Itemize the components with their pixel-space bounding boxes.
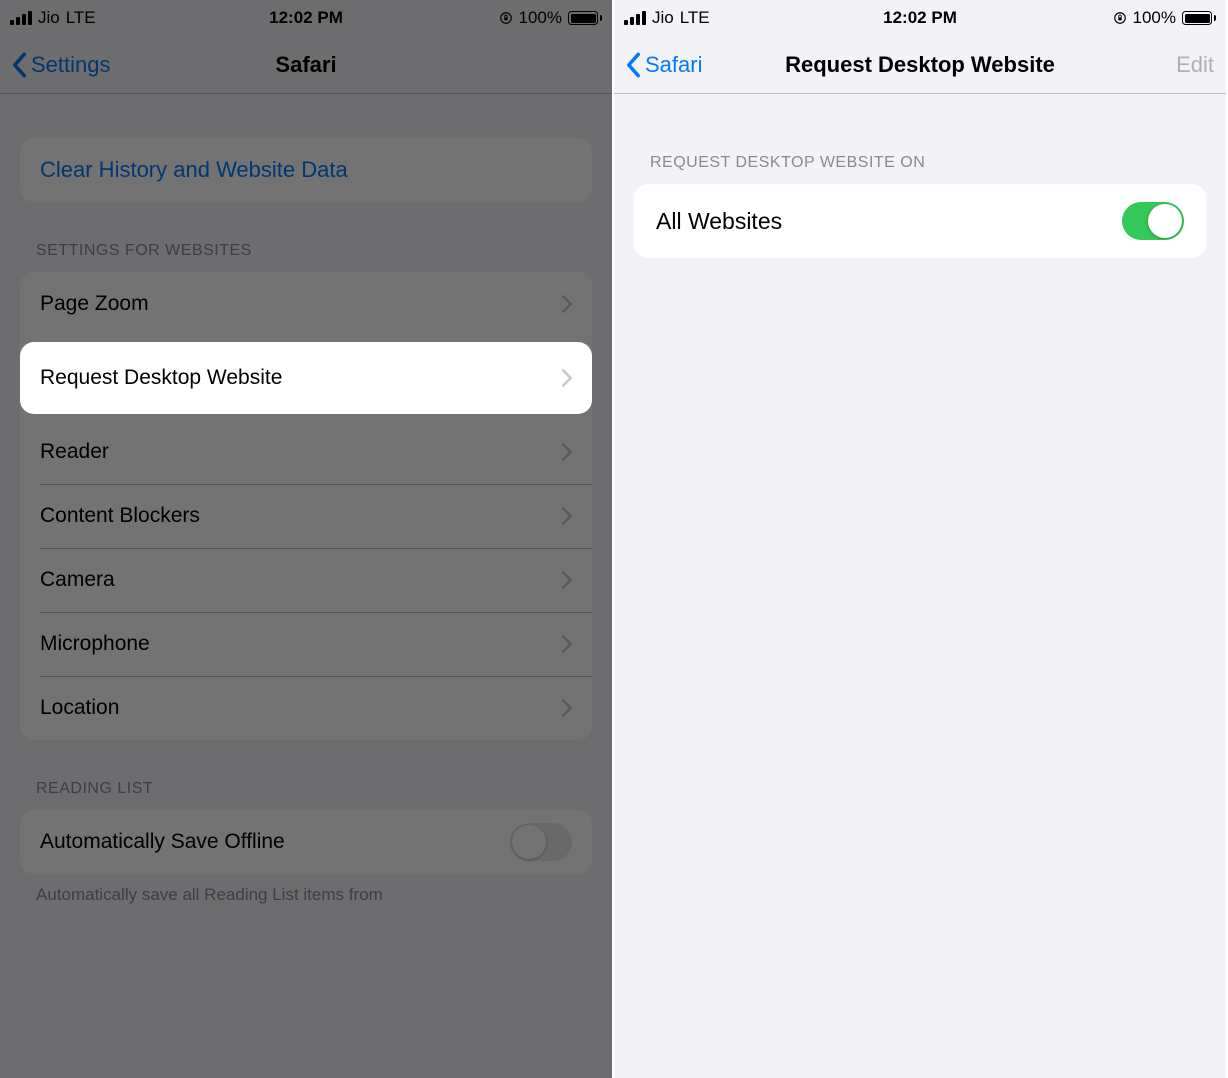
network-label: LTE: [680, 8, 710, 28]
content-blockers-label: Content Blockers: [40, 504, 562, 528]
back-label: Safari: [645, 52, 702, 78]
auto-save-footer: Automatically save all Reading List item…: [0, 874, 612, 916]
chevron-left-icon: [626, 52, 641, 78]
nav-bar: Safari Request Desktop Website Edit: [614, 36, 1226, 94]
clear-history-button[interactable]: Clear History and Website Data: [20, 138, 592, 202]
status-right: 100%: [1113, 8, 1216, 28]
back-button[interactable]: Safari: [626, 52, 702, 78]
time-label: 12:02 PM: [883, 8, 957, 28]
clear-history-group: Clear History and Website Data: [20, 138, 592, 202]
all-websites-group: All Websites: [634, 184, 1206, 258]
battery-percent: 100%: [519, 8, 562, 28]
location-label: Location: [40, 696, 562, 720]
auto-save-offline-cell[interactable]: Automatically Save Offline: [20, 810, 592, 874]
status-left: Jio LTE: [10, 8, 96, 28]
camera-cell[interactable]: Camera: [20, 548, 592, 612]
status-right: 100%: [499, 8, 602, 28]
chevron-right-icon: [562, 369, 572, 387]
back-label: Settings: [31, 52, 111, 78]
status-bar: Jio LTE 12:02 PM 100%: [614, 0, 1226, 36]
website-settings-group: Page Zoom Request Desktop Website Reader…: [20, 272, 592, 740]
time-label: 12:02 PM: [269, 8, 343, 28]
back-button[interactable]: Settings: [12, 52, 111, 78]
left-screen: Jio LTE 12:02 PM 100% Settings Safari: [0, 0, 614, 1078]
carrier-label: Jio: [38, 8, 60, 28]
section-header-request-on: REQUEST DESKTOP WEBSITE ON: [614, 94, 1226, 184]
battery-icon: [568, 11, 602, 25]
signal-icon: [624, 11, 646, 25]
chevron-left-icon: [12, 52, 27, 78]
chevron-right-icon: [562, 699, 572, 717]
signal-icon: [10, 11, 32, 25]
chevron-right-icon: [562, 443, 572, 461]
chevron-right-icon: [562, 571, 572, 589]
request-desktop-label: Request Desktop Website: [40, 366, 562, 390]
page-zoom-cell[interactable]: Page Zoom: [20, 272, 592, 336]
chevron-right-icon: [562, 635, 572, 653]
reader-cell[interactable]: Reader: [20, 420, 592, 484]
status-left: Jio LTE: [624, 8, 710, 28]
nav-bar: Settings Safari: [0, 36, 612, 94]
auto-save-offline-label: Automatically Save Offline: [40, 830, 510, 854]
rotation-lock-icon: [1113, 11, 1127, 25]
content-blockers-cell[interactable]: Content Blockers: [20, 484, 592, 548]
camera-label: Camera: [40, 568, 562, 592]
microphone-cell[interactable]: Microphone: [20, 612, 592, 676]
page-title: Safari: [275, 52, 336, 78]
page-title: Request Desktop Website: [785, 52, 1055, 78]
network-label: LTE: [66, 8, 96, 28]
edit-button[interactable]: Edit: [1176, 52, 1214, 78]
chevron-right-icon: [562, 507, 572, 525]
all-websites-label: All Websites: [656, 208, 1122, 235]
right-screen: Jio LTE 12:02 PM 100% Safari Request Des…: [614, 0, 1228, 1078]
carrier-label: Jio: [652, 8, 674, 28]
reading-list-group: Automatically Save Offline: [20, 810, 592, 874]
status-bar: Jio LTE 12:02 PM 100%: [0, 0, 612, 36]
all-websites-cell[interactable]: All Websites: [634, 184, 1206, 258]
battery-icon: [1182, 11, 1216, 25]
section-header-websites: SETTINGS FOR WEBSITES: [0, 202, 612, 272]
all-websites-toggle[interactable]: [1122, 202, 1184, 240]
chevron-right-icon: [562, 295, 572, 313]
section-header-reading-list: READING LIST: [0, 740, 612, 810]
battery-percent: 100%: [1133, 8, 1176, 28]
request-desktop-cell[interactable]: Request Desktop Website: [20, 342, 592, 414]
rotation-lock-icon: [499, 11, 513, 25]
microphone-label: Microphone: [40, 632, 562, 656]
reader-label: Reader: [40, 440, 562, 464]
location-cell[interactable]: Location: [20, 676, 592, 740]
page-zoom-label: Page Zoom: [40, 292, 562, 316]
auto-save-toggle[interactable]: [510, 823, 572, 861]
clear-history-label: Clear History and Website Data: [40, 157, 572, 183]
